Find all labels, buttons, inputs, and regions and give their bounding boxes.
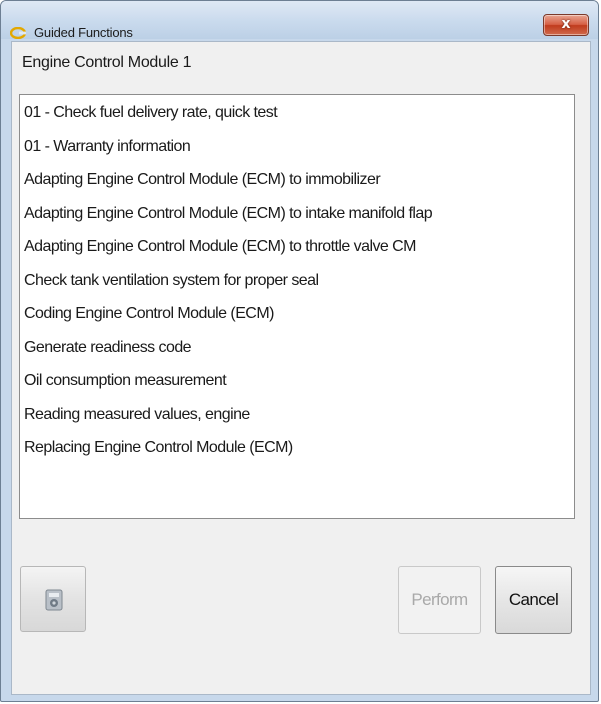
list-item[interactable]: Adapting Engine Control Module (ECM) to … xyxy=(20,204,574,238)
list-item[interactable]: 01 - Warranty information xyxy=(20,137,574,171)
title-bar[interactable]: Guided Functions x xyxy=(1,1,598,40)
list-item[interactable]: Replacing Engine Control Module (ECM) xyxy=(20,438,574,472)
list-item[interactable]: Reading measured values, engine xyxy=(20,405,574,439)
device-button[interactable] xyxy=(20,566,86,632)
list-item[interactable]: Adapting Engine Control Module (ECM) to … xyxy=(20,237,574,271)
function-list[interactable]: 01 - Check fuel delivery rate, quick tes… xyxy=(19,94,575,519)
device-icon xyxy=(45,589,63,611)
cancel-button[interactable]: Cancel xyxy=(495,566,572,634)
list-item[interactable]: Coding Engine Control Module (ECM) xyxy=(20,304,574,338)
guided-functions-window: Guided Functions x Engine Control Module… xyxy=(0,0,599,702)
module-title: Engine Control Module 1 xyxy=(22,54,192,71)
list-item[interactable]: 01 - Check fuel delivery rate, quick tes… xyxy=(20,103,574,137)
window-title: Guided Functions xyxy=(34,25,133,40)
app-logo-icon xyxy=(10,27,26,39)
perform-button[interactable]: Perform xyxy=(398,566,481,634)
list-item[interactable]: Generate readiness code xyxy=(20,338,574,372)
list-item[interactable]: Oil consumption measurement xyxy=(20,371,574,405)
list-item[interactable]: Check tank ventilation system for proper… xyxy=(20,271,574,305)
list-item[interactable]: Adapting Engine Control Module (ECM) to … xyxy=(20,170,574,204)
close-icon: x xyxy=(561,16,571,32)
close-button[interactable]: x xyxy=(543,14,589,36)
